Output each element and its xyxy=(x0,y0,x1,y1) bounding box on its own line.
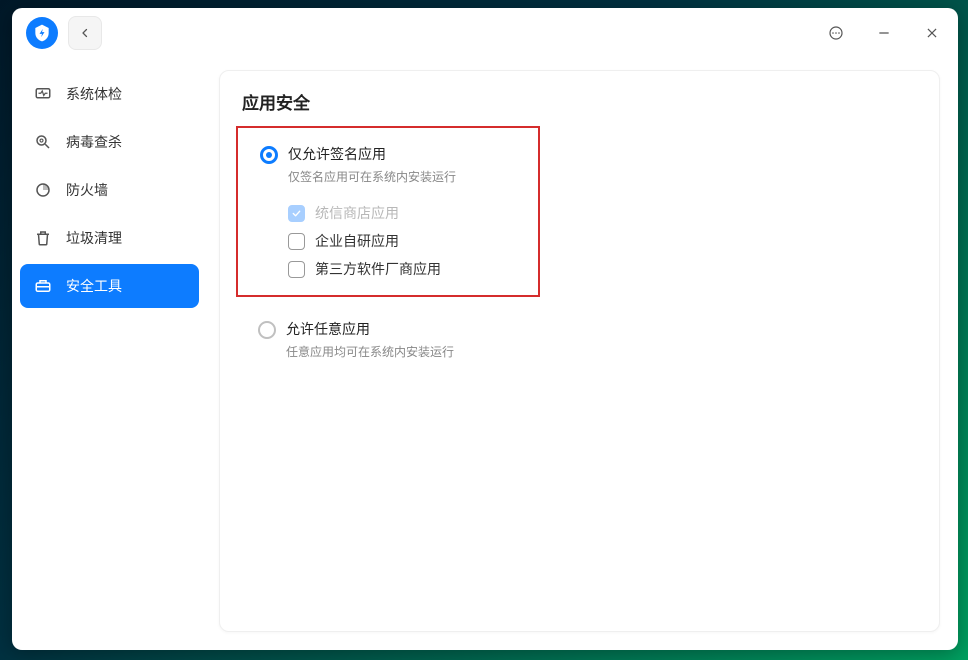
checkbox-thirdparty[interactable]: 第三方软件厂商应用 xyxy=(288,259,532,279)
app-logo-icon xyxy=(26,17,58,49)
checkbox-enterprise[interactable]: 企业自研应用 xyxy=(288,231,532,251)
radio-icon xyxy=(260,146,278,164)
back-button[interactable] xyxy=(68,16,102,50)
checkbox-uos-store: 统信商店应用 xyxy=(288,203,532,223)
close-button[interactable] xyxy=(920,21,944,45)
content-area: 应用安全 仅允许签名应用 仅签名应用可在系统内安装运行 xyxy=(207,58,958,650)
radio-label: 允许任意应用 xyxy=(286,319,454,339)
highlight-box: 仅允许签名应用 仅签名应用可在系统内安装运行 统信商店应用 xyxy=(236,126,540,297)
panel-title: 应用安全 xyxy=(242,89,917,114)
chevron-left-icon xyxy=(79,27,91,39)
checkbox-label: 统信商店应用 xyxy=(315,203,399,223)
toolbox-icon xyxy=(34,277,52,295)
radio-desc: 仅签名应用可在系统内安装运行 xyxy=(288,168,456,185)
sidebar-item-label: 安全工具 xyxy=(66,276,122,296)
sidebar-item-system-check[interactable]: 系统体检 xyxy=(20,72,199,116)
radio-label: 仅允许签名应用 xyxy=(288,144,456,164)
sidebar-item-cleaner[interactable]: 垃圾清理 xyxy=(20,216,199,260)
minimize-icon xyxy=(877,26,891,40)
sidebar-item-label: 病毒查杀 xyxy=(66,132,122,152)
sidebar-item-antivirus[interactable]: 病毒查杀 xyxy=(20,120,199,164)
sidebar-item-firewall[interactable]: 防火墙 xyxy=(20,168,199,212)
radio-icon xyxy=(258,321,276,339)
trash-icon xyxy=(34,229,52,247)
minimize-button[interactable] xyxy=(872,21,896,45)
app-window: 系统体检 病毒查杀 防火墙 垃圾清理 xyxy=(12,8,958,650)
radio-allow-any[interactable]: 允许任意应用 任意应用均可在系统内安装运行 xyxy=(258,319,917,360)
more-icon xyxy=(828,25,844,41)
checkbox-icon xyxy=(288,205,305,222)
radio-signed-only[interactable]: 仅允许签名应用 仅签名应用可在系统内安装运行 xyxy=(260,144,532,185)
wall-icon xyxy=(34,181,52,199)
sidebar-item-security-tools[interactable]: 安全工具 xyxy=(20,264,199,308)
app-security-panel: 应用安全 仅允许签名应用 仅签名应用可在系统内安装运行 xyxy=(219,70,940,632)
sidebar-item-label: 系统体检 xyxy=(66,84,122,104)
sidebar: 系统体检 病毒查杀 防火墙 垃圾清理 xyxy=(12,58,207,650)
monitor-icon xyxy=(34,85,52,103)
sidebar-item-label: 防火墙 xyxy=(66,180,108,200)
magnifier-icon xyxy=(34,133,52,151)
checkbox-label: 第三方软件厂商应用 xyxy=(315,259,441,279)
checkbox-icon xyxy=(288,261,305,278)
sidebar-item-label: 垃圾清理 xyxy=(66,228,122,248)
menu-button[interactable] xyxy=(824,21,848,45)
titlebar xyxy=(12,8,958,58)
checkbox-label: 企业自研应用 xyxy=(315,231,399,251)
close-icon xyxy=(925,26,939,40)
radio-desc: 任意应用均可在系统内安装运行 xyxy=(286,343,454,360)
checkbox-icon xyxy=(288,233,305,250)
